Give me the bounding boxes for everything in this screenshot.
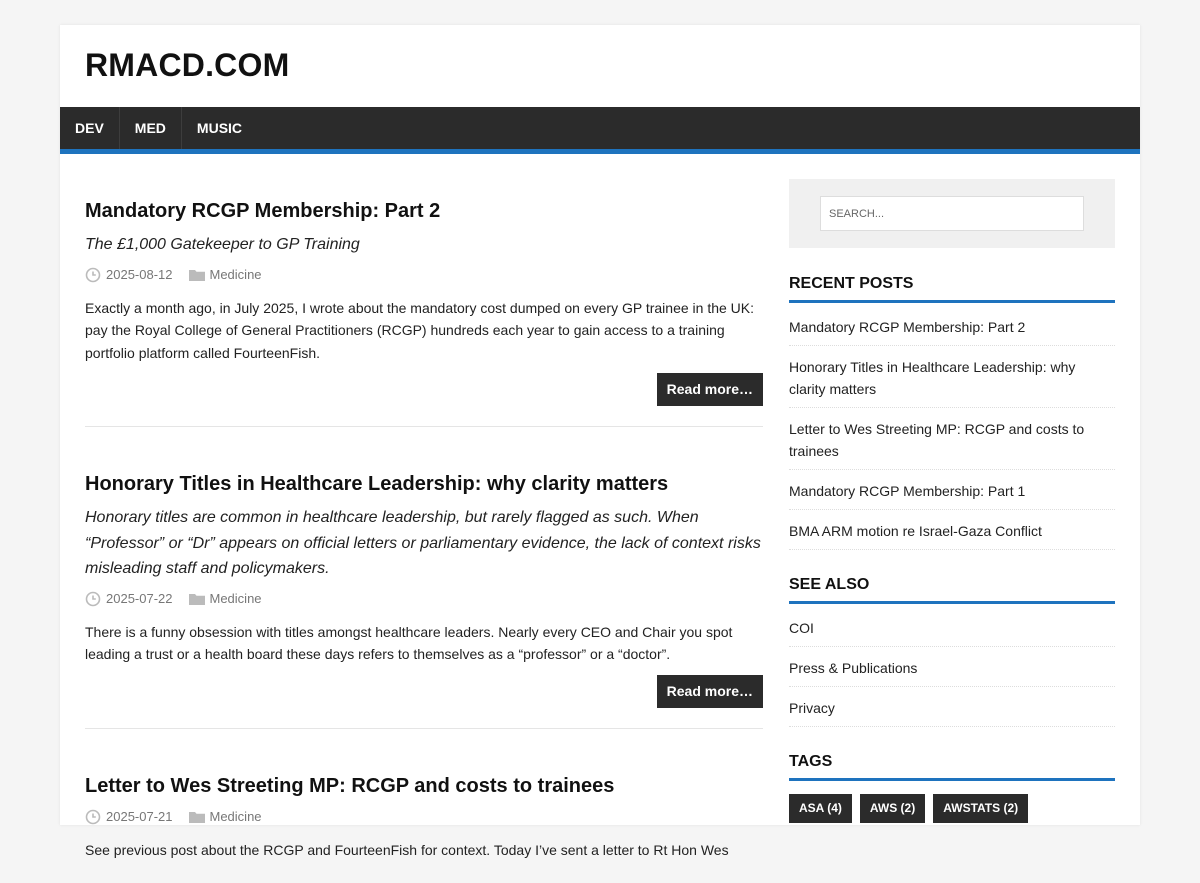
list-item: BMA ARM motion re Israel-Gaza Conflict — [789, 520, 1115, 550]
tag-button[interactable]: AWS (2) — [859, 794, 926, 823]
recent-posts-widget: RECENT POSTS Mandatory RCGP Membership: … — [789, 274, 1115, 550]
nav-item-dev[interactable]: DEV — [60, 107, 120, 149]
recent-post-link[interactable]: Letter to Wes Streeting MP: RCGP and cos… — [789, 421, 1084, 459]
post-category[interactable]: Medicine — [210, 809, 262, 824]
nav-item-music[interactable]: MUSIC — [182, 107, 257, 149]
recent-post-link[interactable]: Mandatory RCGP Membership: Part 2 — [789, 319, 1025, 335]
tag-button[interactable]: AWSTATS (2) — [933, 794, 1029, 823]
tag-button[interactable]: ASA (4) — [789, 794, 852, 823]
post-date: 2025-08-12 — [106, 267, 173, 282]
post-list: Mandatory RCGP Membership: Part 2 The £1… — [85, 179, 763, 883]
list-item: Mandatory RCGP Membership: Part 2 — [789, 316, 1115, 346]
search-widget — [789, 179, 1115, 248]
list-item: Letter to Wes Streeting MP: RCGP and cos… — [789, 418, 1115, 470]
tags-widget: TAGS ASA (4) AWS (2) AWSTATS (2) — [789, 752, 1115, 823]
see-also-link[interactable]: Privacy — [789, 700, 835, 716]
see-also-link[interactable]: COI — [789, 620, 814, 636]
post-title[interactable]: Honorary Titles in Healthcare Leadership… — [85, 449, 763, 497]
read-more-button[interactable]: Read more… — [656, 373, 763, 406]
list-item: COI — [789, 617, 1115, 647]
list-item: Press & Publications — [789, 657, 1115, 687]
post-title[interactable]: Letter to Wes Streeting MP: RCGP and cos… — [85, 751, 763, 799]
post-category[interactable]: Medicine — [210, 267, 262, 282]
clock-icon — [85, 809, 101, 825]
post-meta: 2025-07-22 Medicine — [85, 589, 763, 609]
post-meta: 2025-07-21 Medicine — [85, 807, 763, 827]
recent-post-link[interactable]: Honorary Titles in Healthcare Leadership… — [789, 359, 1075, 397]
site-title[interactable]: RMACD.COM — [85, 47, 289, 84]
folder-icon — [188, 268, 205, 282]
see-also-link[interactable]: Press & Publications — [789, 660, 917, 676]
nav-item-med[interactable]: MED — [120, 107, 182, 149]
post-subtitle: The £1,000 Gatekeeper to GP Training — [85, 236, 360, 253]
post-item: Honorary Titles in Healthcare Leadership… — [85, 449, 763, 729]
nav-accent-bar — [60, 149, 1140, 154]
post-category[interactable]: Medicine — [210, 591, 262, 606]
recent-post-link[interactable]: Mandatory RCGP Membership: Part 1 — [789, 483, 1025, 499]
widget-title: SEE ALSO — [789, 575, 1115, 604]
post-meta: 2025-08-12 Medicine — [85, 265, 763, 285]
list-item: Privacy — [789, 697, 1115, 727]
list-item: Honorary Titles in Healthcare Leadership… — [789, 356, 1115, 408]
search-input[interactable] — [820, 196, 1084, 231]
post-date: 2025-07-21 — [106, 809, 173, 824]
post-excerpt: Exactly a month ago, in July 2025, I wro… — [85, 299, 755, 361]
post-subtitle: Honorary titles are common in healthcare… — [85, 509, 761, 577]
post-title[interactable]: Mandatory RCGP Membership: Part 2 — [85, 179, 763, 224]
folder-icon — [188, 592, 205, 606]
widget-title: RECENT POSTS — [789, 274, 1115, 303]
recent-post-link[interactable]: BMA ARM motion re Israel-Gaza Conflict — [789, 523, 1042, 539]
post-item: Mandatory RCGP Membership: Part 2 The £1… — [85, 179, 763, 427]
clock-icon — [85, 267, 101, 283]
list-item: Mandatory RCGP Membership: Part 1 — [789, 480, 1115, 510]
widget-title: TAGS — [789, 752, 1115, 781]
post-item: Letter to Wes Streeting MP: RCGP and cos… — [85, 751, 763, 862]
see-also-widget: SEE ALSO COI Press & Publications Privac… — [789, 575, 1115, 727]
main-nav: DEV MED MUSIC — [60, 107, 1140, 149]
post-date: 2025-07-22 — [106, 591, 173, 606]
folder-icon — [188, 810, 205, 824]
read-more-button[interactable]: Read more… — [656, 674, 763, 708]
post-excerpt: See previous post about the RCGP and Fou… — [85, 841, 729, 858]
page-container: RMACD.COM DEV MED MUSIC Mandatory RCGP M… — [60, 25, 1140, 858]
sidebar: RECENT POSTS Mandatory RCGP Membership: … — [789, 179, 1115, 848]
clock-icon — [85, 591, 101, 607]
post-excerpt: There is a funny obsession with titles a… — [85, 623, 733, 663]
